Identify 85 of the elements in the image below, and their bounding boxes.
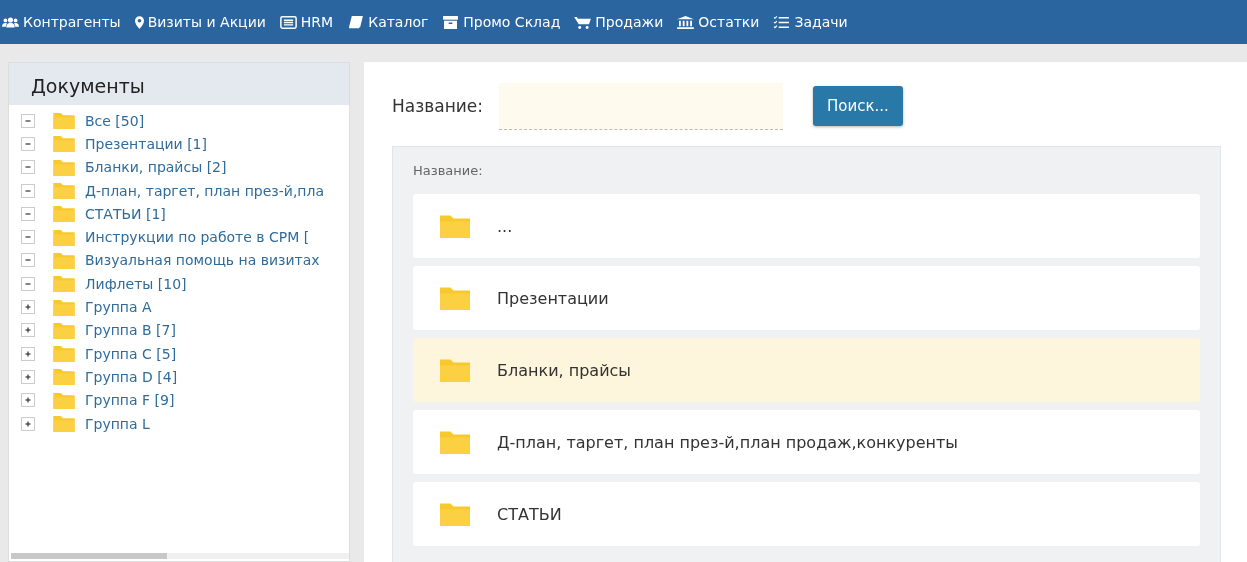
folder-icon bbox=[53, 368, 75, 386]
folder-icon bbox=[53, 135, 75, 153]
folder-icon bbox=[439, 430, 471, 454]
tree-toggle[interactable] bbox=[21, 346, 35, 361]
folder-name: Д-план, таргет, план през-й,план продаж,конкуренты bbox=[497, 432, 958, 452]
folder-row[interactable]: Д-план, таргет, план през-й,план продаж,конкуренты bbox=[413, 410, 1200, 474]
folder-name: Презентации bbox=[497, 288, 609, 308]
nav-link[interactable]: Задачи bbox=[773, 14, 848, 30]
folder-icon bbox=[53, 112, 75, 130]
tree-item[interactable]: Группа B [7] bbox=[85, 322, 176, 339]
column-header: Название: bbox=[413, 163, 484, 178]
map-marker-icon bbox=[134, 15, 144, 29]
folder-icon bbox=[53, 182, 75, 200]
folder-icon bbox=[53, 158, 75, 176]
folder-name: ... bbox=[497, 216, 513, 236]
tree-item[interactable]: Все [50] bbox=[85, 112, 145, 129]
nav-link[interactable]: Визиты и Акции bbox=[134, 14, 266, 30]
folder-row[interactable]: СТАТЬИ bbox=[413, 482, 1200, 546]
tree-item[interactable]: Визуальная помощь на визитах bbox=[85, 252, 320, 269]
plus-icon bbox=[24, 419, 32, 428]
tree-item[interactable]: Инструкции по работе в СРМ [ bbox=[85, 229, 310, 246]
nav-link[interactable]: Продажи bbox=[574, 14, 664, 30]
list-card-icon bbox=[279, 15, 297, 29]
users-icon bbox=[2, 15, 19, 29]
tree-item[interactable]: Группа A bbox=[85, 299, 152, 315]
folder-icon bbox=[439, 214, 471, 238]
folder-row[interactable]: ... bbox=[413, 194, 1200, 258]
tree-toggle[interactable] bbox=[21, 230, 35, 245]
panel-title: Документы bbox=[9, 63, 349, 105]
cart-icon bbox=[574, 15, 592, 29]
folder-icon bbox=[53, 345, 75, 363]
tree-item[interactable]: СТАТЬИ [1] bbox=[85, 205, 166, 222]
folder-icon bbox=[439, 286, 471, 310]
book-icon bbox=[347, 15, 365, 29]
task-list-icon bbox=[773, 15, 791, 29]
tree-toggle[interactable] bbox=[21, 369, 35, 384]
tree-item[interactable]: Группа L bbox=[85, 415, 150, 432]
folder-row[interactable]: Бланки, прайсы bbox=[413, 338, 1200, 402]
archive-box-icon bbox=[442, 15, 460, 29]
folder-name: Бланки, прайсы bbox=[497, 360, 631, 380]
tree-toggle[interactable] bbox=[21, 300, 35, 314]
tree-item[interactable]: Бланки, прайсы [2] bbox=[85, 159, 227, 176]
nav-link[interactable]: Каталог bbox=[347, 14, 429, 30]
folder-icon bbox=[53, 391, 75, 409]
tree-item[interactable]: Презентации [1] bbox=[85, 135, 207, 152]
tree-toggle[interactable] bbox=[21, 416, 35, 431]
search-button[interactable]: Поиск... bbox=[813, 86, 903, 126]
folder-icon bbox=[53, 251, 75, 269]
tree-toggle[interactable] bbox=[21, 276, 35, 291]
nav-link[interactable]: Промо Склад bbox=[442, 14, 561, 30]
tree-toggle[interactable] bbox=[21, 113, 35, 128]
tree-toggle[interactable] bbox=[21, 206, 35, 221]
folder-row[interactable]: Презентации bbox=[413, 266, 1200, 330]
nav-link[interactable]: HRM bbox=[279, 14, 334, 30]
name-input-field[interactable] bbox=[499, 82, 784, 130]
tree-toggle[interactable] bbox=[21, 136, 35, 151]
tree-item[interactable]: Группа C [5] bbox=[85, 345, 177, 362]
plus-icon bbox=[24, 326, 32, 335]
tree-toggle[interactable] bbox=[21, 160, 35, 175]
tree-toggle[interactable] bbox=[21, 253, 35, 268]
folder-icon bbox=[53, 415, 75, 432]
folder-icon bbox=[53, 205, 75, 223]
folder-icon bbox=[53, 298, 75, 316]
scrollbar-thumb[interactable] bbox=[11, 553, 167, 559]
tree-item[interactable]: Группа D [4] bbox=[85, 368, 178, 385]
plus-icon bbox=[24, 303, 32, 311]
tree-toggle[interactable] bbox=[21, 323, 35, 338]
bank-icon bbox=[677, 15, 695, 29]
tree-item[interactable]: Лифлеты [10] bbox=[85, 275, 187, 292]
folder-name: СТАТЬИ bbox=[497, 504, 562, 524]
folder-icon bbox=[53, 228, 75, 246]
field-label: Название: bbox=[392, 96, 484, 116]
folder-icon bbox=[439, 502, 471, 526]
tree-toggle[interactable] bbox=[21, 393, 35, 408]
folder-icon bbox=[53, 275, 75, 293]
nav-link[interactable]: Остатки bbox=[677, 14, 760, 30]
plus-icon bbox=[24, 349, 32, 358]
nav-link[interactable]: Контрагенты bbox=[2, 14, 121, 30]
plus-icon bbox=[24, 372, 32, 381]
tree-item[interactable]: Группа F [9] bbox=[85, 392, 175, 409]
tree-toggle[interactable] bbox=[21, 183, 35, 198]
tree-item[interactable]: Д-план, таргет, план през-й,пла bbox=[85, 182, 325, 199]
plus-icon bbox=[24, 396, 32, 405]
folder-icon bbox=[53, 321, 75, 339]
folder-icon bbox=[439, 358, 471, 382]
